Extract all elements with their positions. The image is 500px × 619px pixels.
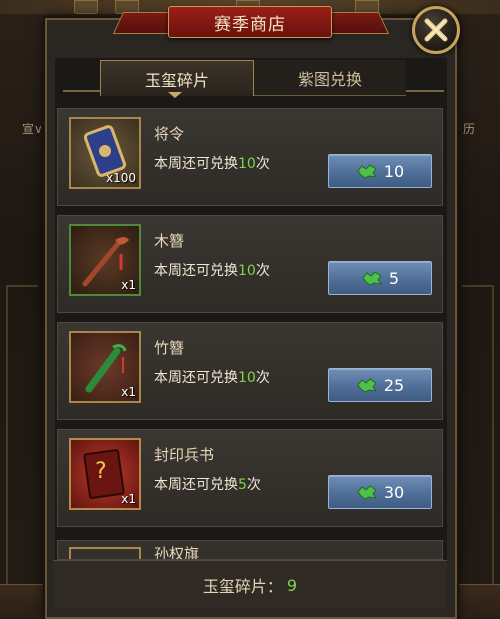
item-weekly-limit: 本周还可兑换10次	[154, 260, 270, 280]
item-quantity: x100	[105, 171, 136, 185]
item-weekly-limit: 本周还可兑换5次	[154, 474, 261, 494]
shop-item: x1 木簪 本周还可兑换10次 5	[57, 215, 443, 313]
buy-button[interactable]: 30	[328, 475, 432, 509]
buy-price: 25	[383, 375, 405, 395]
limit-count: 10	[238, 370, 256, 386]
limit-suffix: 次	[255, 370, 270, 386]
sealed-book-icon[interactable]: ? x1	[69, 438, 141, 510]
limit-prefix: 本周还可兑换	[154, 477, 238, 493]
background-frame-left	[6, 285, 38, 599]
limit-prefix: 本周还可兑换	[154, 156, 238, 172]
limit-count: 5	[238, 477, 247, 493]
buy-price: 5	[388, 268, 400, 288]
item-name: 竹簪	[154, 339, 185, 357]
buy-button[interactable]: 5	[328, 261, 432, 295]
background-left-label: 宣∨	[0, 110, 45, 150]
background-right-label: 历	[455, 110, 500, 150]
buy-button[interactable]: 10	[328, 154, 432, 188]
tab-divider-right	[406, 90, 444, 92]
limit-prefix: 本周还可兑换	[154, 370, 238, 386]
item-icon-partial	[69, 547, 141, 559]
item-name: 将令	[154, 125, 185, 143]
bamboo-hairpin-icon[interactable]: x1	[69, 331, 141, 403]
shop-item: ? x1 封印兵书 本周还可兑换5次 30	[57, 429, 443, 527]
jade-shard-icon	[357, 378, 377, 393]
shop-title-text: 赛季商店	[214, 14, 286, 35]
buy-price: 10	[383, 161, 405, 181]
limit-prefix: 本周还可兑换	[154, 263, 238, 279]
item-quantity: x1	[121, 278, 136, 292]
shop-item-list[interactable]: x100 将令 本周还可兑换10次 10 x1 木簪 本周还可兑换10次 5 x…	[57, 108, 443, 556]
wooden-hairpin-icon[interactable]: x1	[69, 224, 141, 296]
item-name: 木簪	[154, 232, 185, 250]
item-name: 孙权旗	[154, 545, 200, 560]
item-quantity: x1	[121, 492, 136, 506]
currency-value: 9	[286, 575, 298, 595]
limit-count: 10	[238, 156, 256, 172]
item-quantity: x1	[121, 385, 136, 399]
background-frame-right	[462, 285, 494, 599]
shop-item: x100 将令 本周还可兑换10次 10	[57, 108, 443, 206]
buy-price: 30	[383, 482, 405, 502]
limit-suffix: 次	[255, 263, 270, 279]
tab-purple-exchange[interactable]: 紫图兑换	[254, 60, 406, 96]
limit-suffix: 次	[255, 156, 270, 172]
tab-jade-shards[interactable]: 玉玺碎片	[100, 60, 254, 96]
close-icon	[424, 18, 448, 42]
buy-button[interactable]: 25	[328, 368, 432, 402]
shop-item: x1 竹簪 本周还可兑换10次 25	[57, 322, 443, 420]
tab-divider-left	[63, 90, 101, 92]
item-weekly-limit: 本周还可兑换10次	[154, 153, 270, 173]
jade-shard-icon	[362, 271, 383, 286]
jade-shard-icon	[357, 164, 377, 179]
currency-label: 玉玺碎片：	[202, 577, 283, 596]
tab-label: 玉玺碎片	[144, 70, 209, 90]
currency-footer: 玉玺碎片： 9	[53, 560, 447, 609]
limit-suffix: 次	[246, 477, 261, 493]
tab-label: 紫图兑换	[297, 69, 362, 89]
background-icon	[74, 0, 98, 14]
limit-count: 10	[238, 263, 256, 279]
close-button[interactable]	[412, 6, 460, 54]
item-weekly-limit: 本周还可兑换10次	[154, 367, 270, 387]
item-name: 封印兵书	[154, 446, 215, 464]
shop-title: 赛季商店	[168, 6, 332, 38]
svg-text:?: ?	[95, 459, 107, 484]
token-icon[interactable]: x100	[69, 117, 141, 189]
active-tab-indicator	[168, 92, 182, 98]
jade-shard-icon	[357, 485, 377, 500]
tab-bar: 玉玺碎片 紫图兑换	[100, 60, 406, 96]
shop-item-partial[interactable]: 孙权旗	[57, 540, 443, 560]
